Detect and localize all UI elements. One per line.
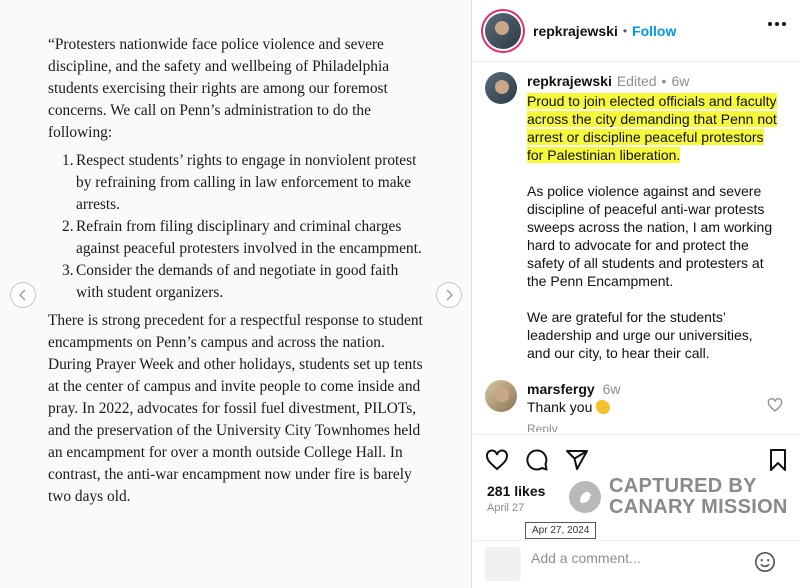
canary-bird-icon <box>569 481 601 513</box>
previous-image-button[interactable] <box>10 282 36 308</box>
chevron-left-icon <box>18 289 26 301</box>
next-image-button[interactable] <box>436 282 462 308</box>
add-comment-row <box>473 540 800 588</box>
follow-button[interactable]: Follow <box>632 23 676 39</box>
clapping-hands-icon <box>596 400 611 414</box>
statement-document: “Protesters nationwide face police viole… <box>48 34 428 508</box>
author-avatar[interactable] <box>485 12 521 49</box>
post-sidebar: repkrajewski • Follow repkrajewski Edite… <box>473 0 800 588</box>
commenter-avatar[interactable] <box>485 380 517 412</box>
add-comment-input[interactable] <box>531 550 751 566</box>
canary-mission-watermark: CAPTURED BY CANARY MISSION <box>569 476 788 518</box>
caption-paragraph: As police violence against and severe di… <box>527 183 773 289</box>
separator-dot: • <box>622 23 628 38</box>
save-bookmark-icon[interactable] <box>766 448 790 472</box>
more-options-icon[interactable] <box>768 22 786 26</box>
demands-list: 1. Respect students’ rights to engage in … <box>62 150 428 304</box>
like-heart-icon[interactable] <box>485 448 509 472</box>
comment-age[interactable]: 6w <box>603 381 621 397</box>
caption-username[interactable]: repkrajewski <box>527 72 612 90</box>
post-date[interactable]: April 27 <box>487 502 524 514</box>
reply-button[interactable]: Reply <box>527 422 558 432</box>
statement-body: There is strong precedent for a respectf… <box>48 312 423 505</box>
comment-text: Thank you <box>527 399 593 415</box>
post-image: “Protesters nationwide face police viole… <box>0 0 472 588</box>
action-bar <box>485 448 790 474</box>
demand-item: 3. Consider the demands of and negotiate … <box>62 262 399 301</box>
date-tooltip: Apr 27, 2024 <box>525 522 597 539</box>
divider <box>473 434 800 435</box>
commenter-username[interactable]: marsfergy <box>527 381 595 397</box>
current-user-avatar <box>485 547 521 581</box>
like-comment-heart-icon[interactable] <box>767 397 783 413</box>
demand-item: 1. Respect students’ rights to engage in … <box>62 152 417 213</box>
comment-item: marsfergy 6w Thank you Reply <box>485 380 785 432</box>
author-username[interactable]: repkrajewski <box>533 23 618 39</box>
highlighted-caption-text: Proud to join elected officials and facu… <box>527 93 777 163</box>
post-header: repkrajewski • Follow <box>473 0 800 62</box>
share-paper-plane-icon[interactable] <box>565 448 589 472</box>
chevron-right-icon <box>446 289 454 301</box>
comment-bubble-icon[interactable] <box>525 448 549 472</box>
caption-age[interactable]: 6w <box>671 72 689 90</box>
separator-dot: • <box>661 73 667 89</box>
watermark-line: CANARY MISSION <box>609 496 788 518</box>
watermark-line: CAPTURED BY <box>609 475 757 497</box>
statement-intro: “Protesters nationwide face police viole… <box>48 36 390 141</box>
caption-paragraph: We are grateful for the students’ leader… <box>527 309 753 361</box>
demand-item: 2. Refrain from filing disciplinary and c… <box>62 218 422 257</box>
caption-avatar[interactable] <box>485 72 517 104</box>
emoji-smiley-icon[interactable] <box>754 551 776 573</box>
edited-label: Edited <box>616 73 657 89</box>
likes-count[interactable]: 281 likes <box>487 483 545 499</box>
